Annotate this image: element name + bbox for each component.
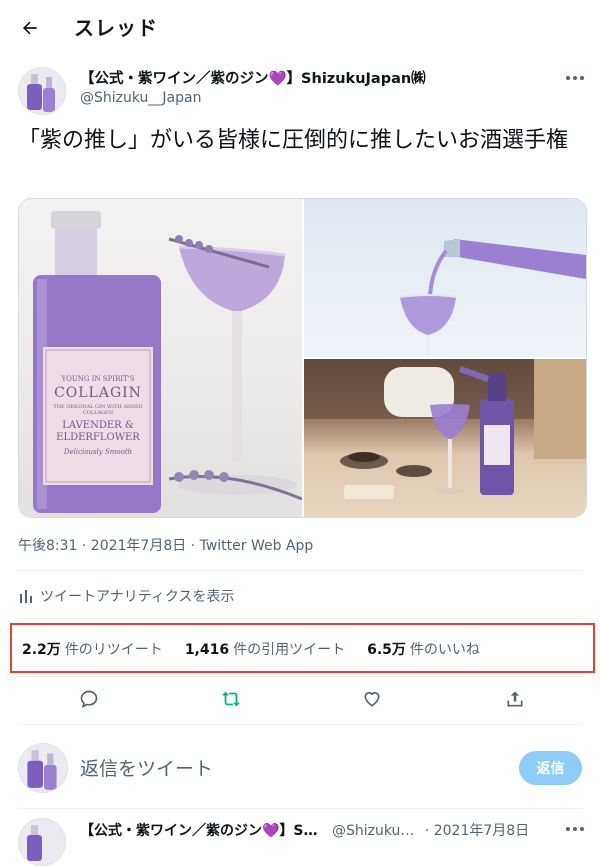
reply-icon	[80, 690, 98, 709]
more-icon	[566, 827, 584, 831]
next-reply-more-button[interactable]	[562, 822, 588, 836]
divider	[18, 618, 583, 619]
quote-count[interactable]: 1,416 件の引用ツイート	[185, 639, 345, 659]
divider	[18, 808, 583, 809]
photo-gin-bottle[interactable]: YOUNG IN SPIRIT'S COLLAGIN THE ORIGINAL …	[19, 199, 302, 517]
retweet-icon	[221, 691, 241, 707]
more-icon	[566, 76, 584, 80]
divider	[18, 570, 583, 571]
tweet-meta: 午後8:31 · 2021年7月8日 · Twitter Web App	[18, 538, 314, 554]
reply-author-avatar[interactable]	[18, 818, 66, 866]
retweet-count-label: 件のリツイート	[64, 642, 163, 658]
reply-submit-button[interactable]: 返信	[519, 751, 582, 785]
share-icon	[507, 691, 523, 707]
photo-pouring-wine[interactable]	[304, 199, 586, 357]
reply-input[interactable]: 返信をツイート	[80, 754, 213, 781]
label-tagline: Deliciously Smooth	[63, 448, 133, 456]
page-title: スレッド	[74, 16, 158, 40]
quote-count-label: 件の引用ツイート	[233, 642, 346, 658]
photo-dinner-table[interactable]	[304, 359, 586, 517]
next-reply-handle[interactable]: @Shizuku…	[332, 823, 414, 839]
like-button[interactable]	[359, 686, 385, 712]
next-reply-date: · 2021年7月8日	[424, 823, 530, 839]
author-handle[interactable]: @Shizuku__Japan	[80, 90, 201, 106]
label-flavor: LAVENDER & ELDERFLOWER	[56, 420, 140, 443]
heart-icon	[364, 691, 380, 707]
retweet-button[interactable]	[218, 686, 244, 712]
avatar[interactable]	[18, 67, 66, 115]
quote-count-value: 1,416	[184, 642, 230, 658]
tweet-text: 「紫の推し」がいる皆様に圧倒的に推したいお酒選手権	[18, 128, 569, 153]
reply-avatar	[18, 743, 68, 793]
more-button[interactable]	[562, 70, 588, 86]
analytics-link[interactable]: ツイートアナリティクスを表示	[18, 586, 234, 606]
like-count-label: 件のいいね	[409, 642, 480, 658]
back-button[interactable]	[14, 14, 46, 42]
label-top: YOUNG IN SPIRIT'S	[61, 375, 135, 383]
retweet-count-value: 2.2万	[22, 642, 61, 658]
back-arrow-icon	[23, 21, 37, 35]
media-grid: YOUNG IN SPIRIT'S COLLAGIN THE ORIGINAL …	[18, 198, 587, 518]
reply-button[interactable]	[76, 686, 102, 712]
analytics-icon	[20, 590, 32, 603]
label-brand: COLLAGIN	[54, 385, 142, 401]
divider	[18, 724, 583, 725]
author-name[interactable]: 【公式・紫ワイン／紫のジン💜】ShizukuJapan㈱	[80, 67, 426, 88]
divider	[18, 676, 583, 677]
tweet-stats: 2.2万 件のリツイート 1,416 件の引用ツイート 6.5万 件のいいね	[22, 639, 480, 659]
next-reply-author[interactable]: 【公式・紫ワイン／紫のジン💜】S…	[80, 823, 318, 839]
share-button[interactable]	[502, 686, 528, 712]
next-reply-header: 【公式・紫ワイン／紫のジン💜】S… @Shizuku… · 2021年7月8日	[80, 820, 529, 840]
like-count-value: 6.5万	[367, 642, 406, 658]
retweet-count[interactable]: 2.2万 件のリツイート	[22, 639, 163, 659]
analytics-label: ツイートアナリティクスを表示	[40, 589, 235, 605]
like-count[interactable]: 6.5万 件のいいね	[367, 639, 480, 659]
label-sub: THE ORIGINAL GIN WITH ADDED COLLAGEN	[53, 404, 143, 416]
